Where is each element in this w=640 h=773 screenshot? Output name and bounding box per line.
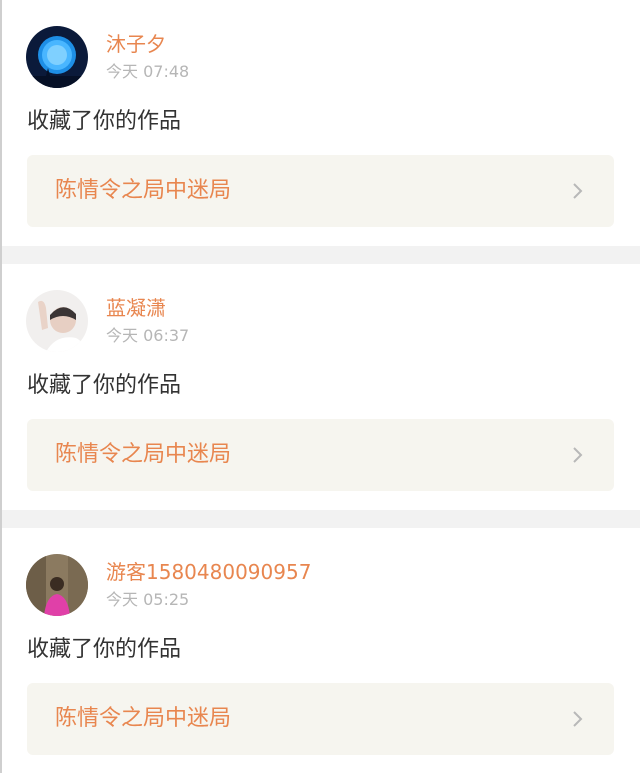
chevron-right-icon	[573, 183, 583, 199]
window-edge	[0, 0, 2, 773]
person-waving-avatar-icon	[26, 290, 88, 352]
notification-item: 蓝凝潇 今天 06:37 收藏了你的作品 陈情令之局中迷局	[0, 264, 640, 510]
work-link[interactable]: 陈情令之局中迷局	[27, 683, 614, 755]
work-title: 陈情令之局中迷局	[55, 706, 232, 731]
timestamp: 今天 05:25	[106, 590, 190, 609]
work-link[interactable]: 陈情令之局中迷局	[27, 155, 614, 227]
divider	[0, 510, 640, 528]
action-text: 收藏了你的作品	[27, 637, 182, 662]
avatar[interactable]	[26, 290, 88, 352]
username[interactable]: 游客1580480090957	[106, 558, 311, 586]
notification-item: 游客1580480090957 今天 05:25 收藏了你的作品 陈情令之局中迷…	[0, 528, 640, 773]
notification-list: 沐子夕 今天 07:48 收藏了你的作品 陈情令之局中迷局 蓝凝潇 今天 06:…	[0, 0, 640, 773]
work-link[interactable]: 陈情令之局中迷局	[27, 419, 614, 491]
action-text: 收藏了你的作品	[27, 373, 182, 398]
timestamp: 今天 07:48	[106, 62, 190, 81]
work-title: 陈情令之局中迷局	[55, 442, 232, 467]
timestamp: 今天 06:37	[106, 326, 190, 345]
chevron-right-icon	[573, 711, 583, 727]
chevron-right-icon	[573, 447, 583, 463]
avatar[interactable]	[26, 26, 88, 88]
moon-night-avatar-icon	[26, 26, 88, 88]
divider	[0, 246, 640, 264]
notification-item: 沐子夕 今天 07:48 收藏了你的作品 陈情令之局中迷局	[0, 0, 640, 246]
work-title: 陈情令之局中迷局	[55, 178, 232, 203]
username[interactable]: 蓝凝潇	[106, 294, 166, 322]
action-text: 收藏了你的作品	[27, 109, 182, 134]
username[interactable]: 沐子夕	[106, 30, 166, 58]
person-photo-avatar-icon	[26, 554, 88, 616]
avatar[interactable]	[26, 554, 88, 616]
